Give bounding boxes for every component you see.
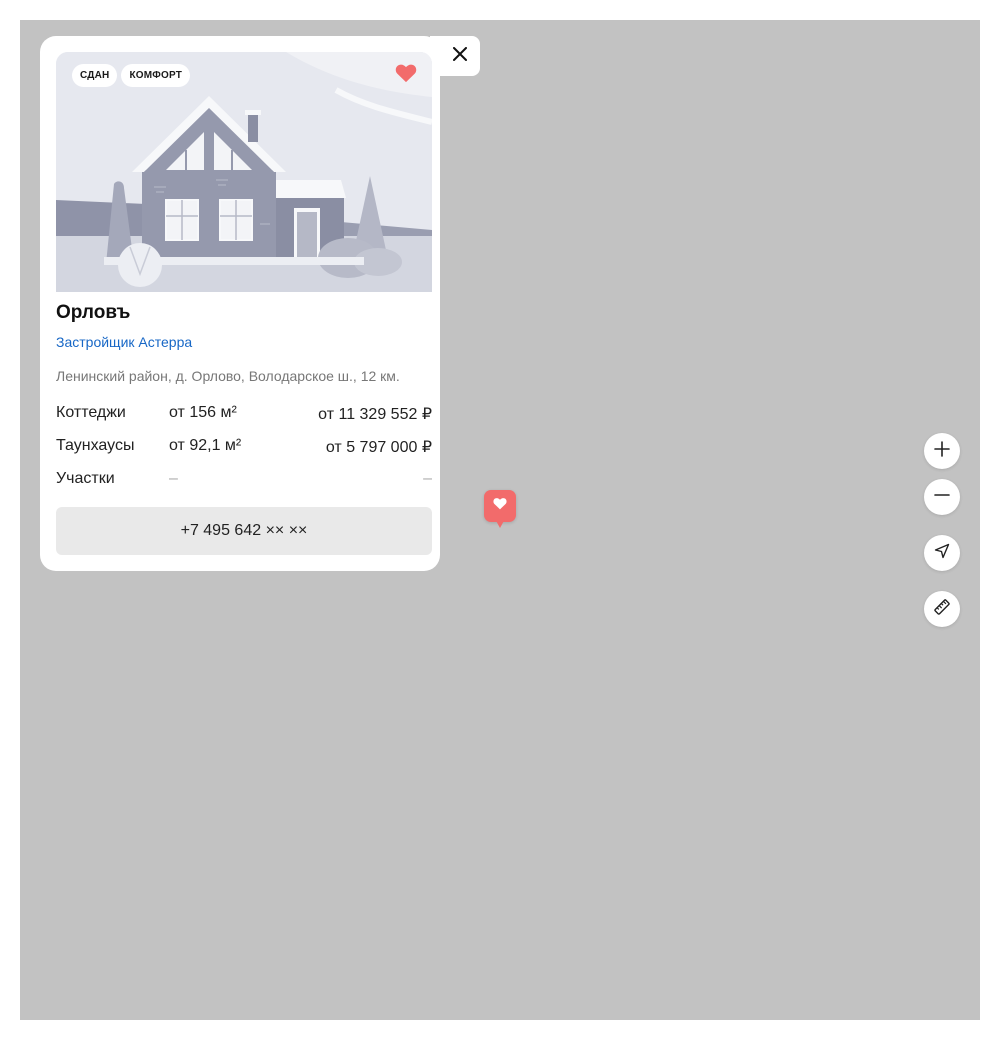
offer-area: –: [169, 470, 178, 487]
status-badge: СДАН: [72, 64, 118, 87]
ruler-button[interactable]: [924, 591, 960, 627]
map-marker-tail: [495, 519, 505, 528]
offer-price: от 5 797 000 ₽: [325, 439, 432, 456]
house-illustration: [56, 52, 432, 292]
offer-area: от 92,1 м²: [169, 437, 242, 454]
close-icon: [453, 46, 467, 66]
offer-row: Участки – –: [56, 466, 432, 499]
badge-list: СДАН КОМФОРТ: [72, 64, 191, 87]
zoom-in-button[interactable]: [924, 433, 960, 469]
offer-type: Участки: [56, 470, 115, 487]
offers-table: Коттеджи от 156 м² от 11 329 552 ₽ Таунх…: [56, 400, 432, 499]
map-marker[interactable]: [484, 490, 516, 522]
developer-link[interactable]: Застройщик Астерра: [56, 334, 192, 350]
geolocation-button[interactable]: [924, 535, 960, 571]
heart-icon: [395, 63, 417, 88]
minus-icon: [934, 487, 950, 508]
offer-area: от 156 м²: [169, 404, 237, 421]
offer-row: Коттеджи от 156 м² от 11 329 552 ₽: [56, 400, 432, 433]
offer-row: Таунхаусы от 92,1 м² от 5 797 000 ₽: [56, 433, 432, 466]
favorite-button[interactable]: [392, 62, 420, 88]
object-title: Орловъ: [56, 302, 131, 323]
phone-button[interactable]: +7 495 642 ×× ××: [56, 507, 432, 555]
navigation-arrow-icon: [934, 543, 950, 564]
object-address: Ленинский район, д. Орлово, Володарское …: [56, 368, 400, 384]
zoom-out-button[interactable]: [924, 479, 960, 515]
class-badge: КОМФОРТ: [121, 64, 191, 87]
object-photo[interactable]: [56, 52, 432, 292]
offer-price: –: [423, 470, 432, 487]
close-button[interactable]: [444, 40, 476, 72]
offer-type: Коттеджи: [56, 404, 126, 421]
offer-price: от 11 329 552 ₽: [318, 406, 432, 423]
plus-icon: [934, 440, 950, 462]
offer-type: Таунхаусы: [56, 437, 135, 454]
ruler-icon: [933, 598, 951, 621]
heart-icon: [493, 497, 507, 515]
